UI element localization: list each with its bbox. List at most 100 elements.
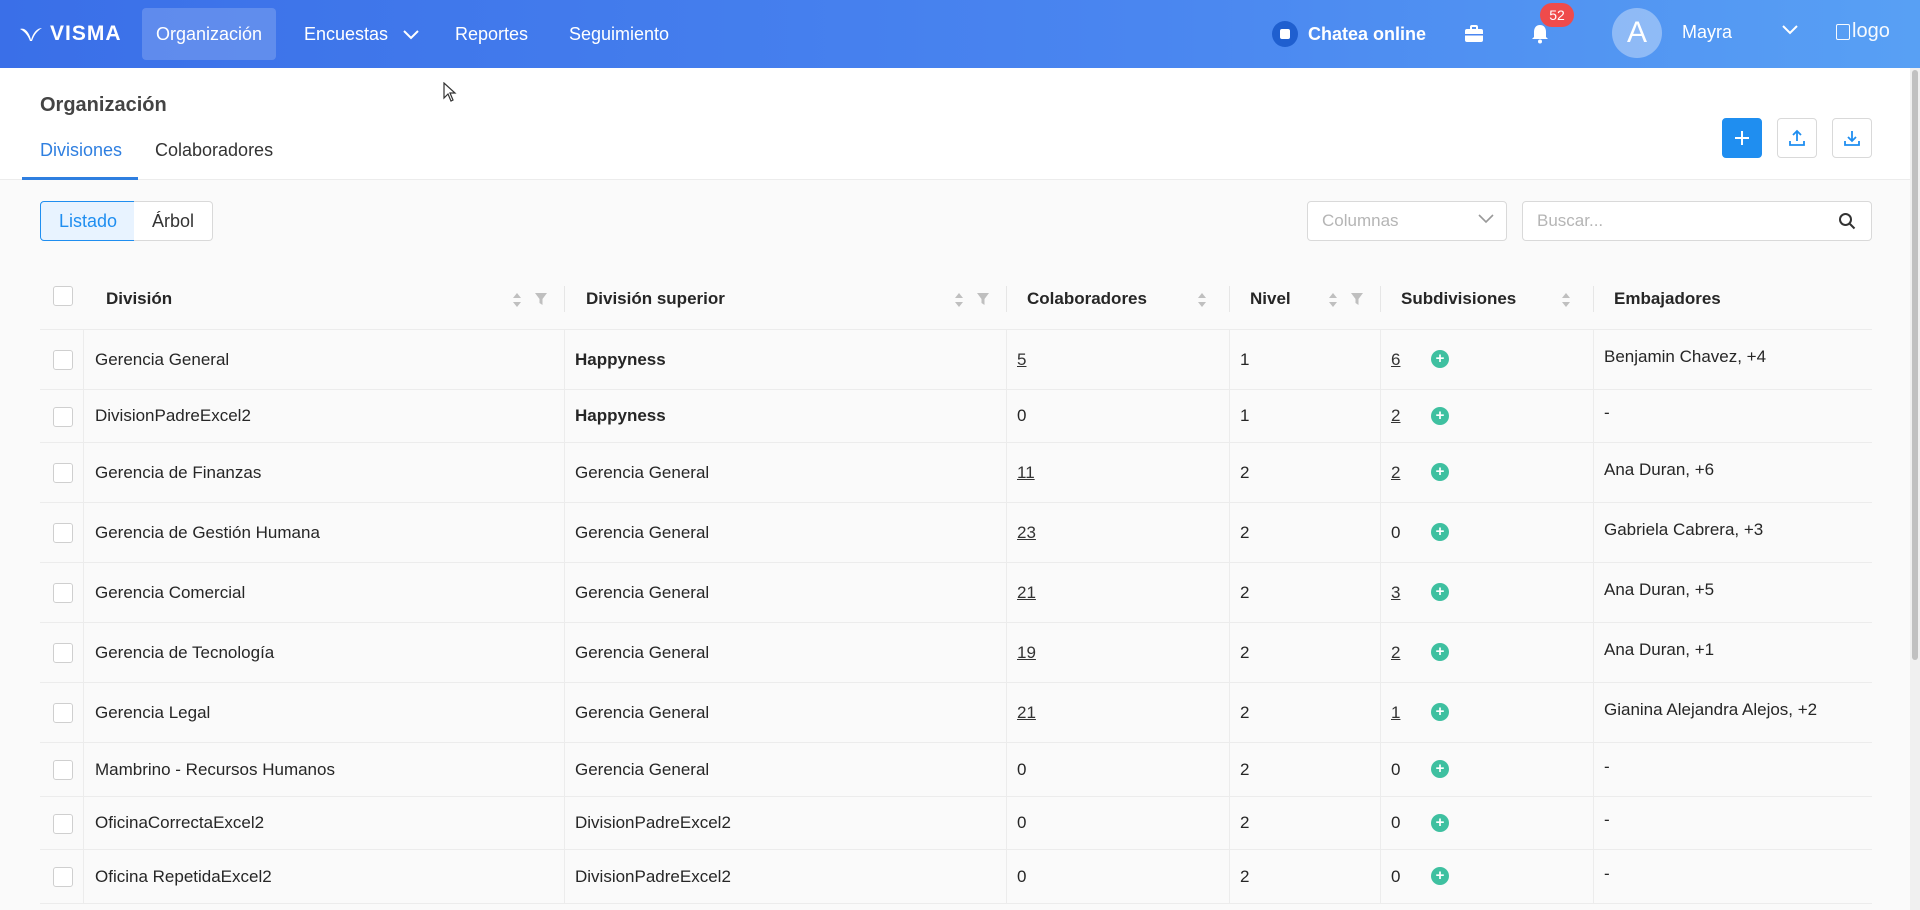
scrollbar-thumb[interactable]: [1912, 70, 1918, 660]
filter-icon[interactable]: [976, 292, 990, 306]
column-header-colaboradores[interactable]: Colaboradores: [1027, 268, 1147, 330]
row-checkbox[interactable]: [53, 406, 73, 427]
subdivisiones-count: 0: [1391, 866, 1401, 886]
division-name: Gerencia General: [95, 349, 230, 369]
add-subdivision-icon[interactable]: +: [1431, 643, 1449, 661]
row-checkbox[interactable]: [53, 867, 73, 887]
view-listado-button[interactable]: Listado: [40, 201, 137, 241]
column-header-subdivisiones[interactable]: Subdivisiones: [1401, 268, 1516, 330]
colaboradores-count[interactable]: 19: [1017, 643, 1036, 663]
row-checkbox[interactable]: [53, 350, 73, 370]
add-subdivision-icon[interactable]: +: [1431, 813, 1449, 832]
sort-icon[interactable]: [512, 292, 522, 308]
add-subdivision-icon[interactable]: +: [1431, 760, 1449, 778]
add-division-button[interactable]: [1722, 118, 1762, 158]
visma-mark-icon: [20, 28, 42, 41]
colaboradores-count: 0: [1017, 866, 1027, 886]
columns-select[interactable]: Columnas: [1307, 201, 1507, 241]
view-arbol-button[interactable]: Árbol: [134, 201, 214, 241]
column-header-division-superior[interactable]: División superior: [586, 268, 725, 330]
add-subdivision-icon[interactable]: +: [1431, 350, 1449, 368]
sort-icon[interactable]: [1328, 292, 1338, 308]
colaboradores-count[interactable]: 21: [1017, 583, 1036, 603]
table-row[interactable]: DivisionPadreExcel2 Happyness 0 1 2 + -: [40, 390, 1872, 443]
subdivisiones-count[interactable]: 3: [1391, 583, 1400, 603]
nav-label: Reportes: [455, 24, 529, 44]
colaboradores-count[interactable]: 5: [1017, 350, 1026, 370]
download-button[interactable]: [1832, 118, 1872, 158]
brand-logo[interactable]: VISMA: [18, 22, 122, 46]
search-input[interactable]: [1522, 201, 1872, 241]
add-subdivision-icon[interactable]: +: [1431, 406, 1449, 425]
nav-label: Organización: [156, 24, 263, 44]
colaboradores-count[interactable]: 11: [1017, 463, 1035, 483]
chevron-down-icon: [1478, 214, 1494, 224]
column-header-division[interactable]: División: [106, 268, 172, 330]
table-row[interactable]: Gerencia Legal Gerencia General 21 2 1 + Giani…: [40, 683, 1872, 743]
add-subdivision-icon[interactable]: +: [1431, 703, 1449, 721]
sort-icon[interactable]: [1197, 292, 1207, 308]
chevron-down-icon[interactable]: [1782, 25, 1798, 35]
brand-name: VISMA: [50, 22, 122, 45]
subdivisiones-count[interactable]: 2: [1391, 643, 1400, 663]
chat-online-button[interactable]: Chatea online: [1272, 20, 1426, 48]
division-name: Gerencia de Tecnología: [95, 642, 275, 662]
table-header: División División superior Colaboradores…: [40, 268, 1872, 330]
subdivisiones-count[interactable]: 6: [1391, 350, 1400, 370]
nav-seguimiento[interactable]: Seguimiento: [555, 8, 683, 60]
nav-label: Encuestas: [304, 24, 389, 44]
nav-organizacion[interactable]: Organización: [142, 8, 277, 60]
table-row[interactable]: Gerencia Comercial Gerencia General 21 2 3 + A…: [40, 563, 1872, 623]
table-row[interactable]: OficinaCorrectaExcel2 DivisionPadreExcel2…: [40, 797, 1872, 850]
filter-icon[interactable]: [534, 292, 548, 306]
embajadores-value: -: [1604, 403, 1610, 422]
row-checkbox[interactable]: [53, 583, 73, 603]
row-checkbox[interactable]: [53, 813, 73, 834]
add-subdivision-icon[interactable]: +: [1431, 867, 1449, 885]
select-all-checkbox[interactable]: [53, 286, 73, 306]
colaboradores-count[interactable]: 21: [1017, 703, 1036, 723]
filter-icon[interactable]: [1350, 292, 1364, 306]
subdivisiones-count: 0: [1391, 759, 1401, 779]
table-row[interactable]: Mambrino - Recursos Humanos Gerencia Gene…: [40, 743, 1872, 797]
tab-divisiones[interactable]: Divisiones: [40, 140, 122, 161]
division-superior: Happyness: [575, 349, 666, 369]
subdivisiones-count[interactable]: 2: [1391, 463, 1400, 483]
avatar[interactable]: A: [1612, 8, 1662, 58]
subdivisiones-count[interactable]: 2: [1391, 406, 1400, 426]
top-navbar: VISMA Organización Encuestas Reportes Se…: [0, 0, 1920, 68]
briefcase-icon[interactable]: [1460, 20, 1488, 48]
add-subdivision-icon[interactable]: +: [1431, 583, 1449, 601]
row-checkbox[interactable]: [53, 463, 73, 483]
user-name[interactable]: Mayra: [1682, 22, 1732, 43]
row-checkbox[interactable]: [53, 643, 73, 663]
tab-colaboradores[interactable]: Colaboradores: [155, 140, 273, 161]
colaboradores-count: 0: [1017, 406, 1027, 425]
add-subdivision-icon[interactable]: +: [1431, 523, 1449, 541]
table-row[interactable]: Gerencia de Tecnología Gerencia General 19…: [40, 623, 1872, 683]
logo-alt-text: logo: [1852, 20, 1890, 42]
nivel-value: 2: [1240, 759, 1250, 779]
colaboradores-count[interactable]: 23: [1017, 523, 1036, 543]
nav-reportes[interactable]: Reportes: [441, 8, 542, 60]
division-name: DivisionPadreExcel2: [95, 406, 251, 425]
sort-icon[interactable]: [954, 292, 964, 308]
row-checkbox[interactable]: [53, 760, 73, 780]
upload-button[interactable]: [1777, 118, 1817, 158]
table-row[interactable]: Gerencia de Gestión Humana Gerencia Gener…: [40, 503, 1872, 563]
embajadores-value: -: [1604, 756, 1610, 776]
embajadores-value: Ana Duran, +1: [1604, 639, 1715, 659]
add-subdivision-icon[interactable]: +: [1431, 463, 1449, 481]
table-row[interactable]: Gerencia General Happyness 5 1 6 + Benjamin Ch…: [40, 330, 1872, 390]
search-icon[interactable]: [1838, 212, 1856, 230]
sort-icon[interactable]: [1561, 292, 1571, 308]
table-row[interactable]: Gerencia de Finanzas Gerencia General 11 2 2…: [40, 443, 1872, 503]
division-superior: Gerencia General: [575, 462, 710, 482]
table-row[interactable]: Oficina RepetidaExcel2 DivisionPadreExcel…: [40, 850, 1872, 904]
subdivisiones-count[interactable]: 1: [1391, 703, 1400, 723]
nav-encuestas[interactable]: Encuestas: [290, 8, 433, 60]
column-header-nivel[interactable]: Nivel: [1250, 268, 1291, 330]
row-checkbox[interactable]: [53, 523, 73, 543]
row-checkbox[interactable]: [53, 703, 73, 723]
chat-label: Chatea online: [1308, 23, 1427, 44]
